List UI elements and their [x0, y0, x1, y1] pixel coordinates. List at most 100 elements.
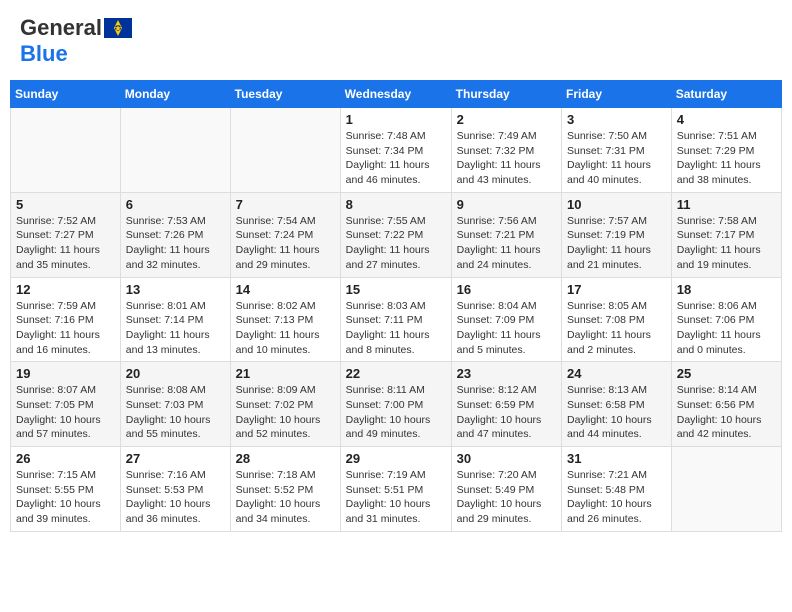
day-info: Sunrise: 7:21 AM Sunset: 5:48 PM Dayligh… — [567, 468, 666, 527]
calendar-week-row: 19 Sunrise: 8:07 AM Sunset: 7:05 PM Dayli… — [11, 362, 782, 447]
day-number: 24 — [567, 366, 666, 381]
calendar-cell: 27 Sunrise: 7:16 AM Sunset: 5:53 PM Dayli… — [120, 447, 230, 532]
calendar-cell — [230, 108, 340, 193]
day-info: Sunrise: 8:05 AM Sunset: 7:08 PM Dayligh… — [567, 299, 666, 358]
day-info: Sunrise: 7:20 AM Sunset: 5:49 PM Dayligh… — [457, 468, 556, 527]
day-info: Sunrise: 8:12 AM Sunset: 6:59 PM Dayligh… — [457, 383, 556, 442]
day-number: 9 — [457, 197, 556, 212]
calendar-cell: 7 Sunrise: 7:54 AM Sunset: 7:24 PM Daylig… — [230, 192, 340, 277]
day-info: Sunrise: 8:09 AM Sunset: 7:02 PM Dayligh… — [236, 383, 335, 442]
calendar-cell: 23 Sunrise: 8:12 AM Sunset: 6:59 PM Dayli… — [451, 362, 561, 447]
day-number: 13 — [126, 282, 225, 297]
day-info: Sunrise: 7:50 AM Sunset: 7:31 PM Dayligh… — [567, 129, 666, 188]
day-number: 15 — [346, 282, 446, 297]
day-number: 29 — [346, 451, 446, 466]
day-info: Sunrise: 8:14 AM Sunset: 6:56 PM Dayligh… — [677, 383, 776, 442]
day-info: Sunrise: 7:16 AM Sunset: 5:53 PM Dayligh… — [126, 468, 225, 527]
day-number: 6 — [126, 197, 225, 212]
day-number: 7 — [236, 197, 335, 212]
day-info: Sunrise: 7:48 AM Sunset: 7:34 PM Dayligh… — [346, 129, 446, 188]
day-info: Sunrise: 7:56 AM Sunset: 7:21 PM Dayligh… — [457, 214, 556, 273]
day-info: Sunrise: 7:52 AM Sunset: 7:27 PM Dayligh… — [16, 214, 115, 273]
calendar-cell: 6 Sunrise: 7:53 AM Sunset: 7:26 PM Daylig… — [120, 192, 230, 277]
calendar-cell: 29 Sunrise: 7:19 AM Sunset: 5:51 PM Dayli… — [340, 447, 451, 532]
day-info: Sunrise: 7:15 AM Sunset: 5:55 PM Dayligh… — [16, 468, 115, 527]
logo-blue-text: Blue — [20, 41, 68, 67]
day-number: 26 — [16, 451, 115, 466]
day-info: Sunrise: 8:06 AM Sunset: 7:06 PM Dayligh… — [677, 299, 776, 358]
day-number: 30 — [457, 451, 556, 466]
day-number: 25 — [677, 366, 776, 381]
day-info: Sunrise: 8:13 AM Sunset: 6:58 PM Dayligh… — [567, 383, 666, 442]
day-info: Sunrise: 7:54 AM Sunset: 7:24 PM Dayligh… — [236, 214, 335, 273]
calendar-cell: 4 Sunrise: 7:51 AM Sunset: 7:29 PM Daylig… — [671, 108, 781, 193]
day-number: 3 — [567, 112, 666, 127]
calendar-cell: 17Sunrise: 8:05 AM Sunset: 7:08 PM Dayli… — [562, 277, 672, 362]
calendar-cell: 2Sunrise: 7:49 AM Sunset: 7:32 PM Daylig… — [451, 108, 561, 193]
day-info: Sunrise: 7:49 AM Sunset: 7:32 PM Dayligh… — [457, 129, 556, 188]
calendar-cell: 14 Sunrise: 8:02 AM Sunset: 7:13 PM Dayli… — [230, 277, 340, 362]
day-info: Sunrise: 8:03 AM Sunset: 7:11 PM Dayligh… — [346, 299, 446, 358]
calendar-cell: 18 Sunrise: 8:06 AM Sunset: 7:06 PM Dayli… — [671, 277, 781, 362]
calendar-cell: 20 Sunrise: 8:08 AM Sunset: 7:03 PM Dayli… — [120, 362, 230, 447]
calendar-week-row: 26 Sunrise: 7:15 AM Sunset: 5:55 PM Dayli… — [11, 447, 782, 532]
calendar-cell — [671, 447, 781, 532]
weekday-header: Friday — [562, 81, 672, 108]
calendar-cell: 26 Sunrise: 7:15 AM Sunset: 5:55 PM Dayli… — [11, 447, 121, 532]
day-info: Sunrise: 7:57 AM Sunset: 7:19 PM Dayligh… — [567, 214, 666, 273]
calendar-cell: 9 Sunrise: 7:56 AM Sunset: 7:21 PM Daylig… — [451, 192, 561, 277]
day-info: Sunrise: 8:02 AM Sunset: 7:13 PM Dayligh… — [236, 299, 335, 358]
day-number: 27 — [126, 451, 225, 466]
calendar-cell: 15 Sunrise: 8:03 AM Sunset: 7:11 PM Dayli… — [340, 277, 451, 362]
calendar-cell: 11 Sunrise: 7:58 AM Sunset: 7:17 PM Dayli… — [671, 192, 781, 277]
day-info: Sunrise: 7:51 AM Sunset: 7:29 PM Dayligh… — [677, 129, 776, 188]
calendar-cell: 13Sunrise: 8:01 AM Sunset: 7:14 PM Dayli… — [120, 277, 230, 362]
day-number: 19 — [16, 366, 115, 381]
calendar-header-row: SundayMondayTuesdayWednesdayThursdayFrid… — [11, 81, 782, 108]
logo-flag-icon — [104, 18, 132, 38]
logo-general-text: General — [20, 15, 102, 41]
day-number: 21 — [236, 366, 335, 381]
day-info: Sunrise: 8:11 AM Sunset: 7:00 PM Dayligh… — [346, 383, 446, 442]
day-number: 4 — [677, 112, 776, 127]
weekday-header: Monday — [120, 81, 230, 108]
calendar-cell: 1Sunrise: 7:48 AM Sunset: 7:34 PM Daylig… — [340, 108, 451, 193]
day-number: 5 — [16, 197, 115, 212]
day-number: 18 — [677, 282, 776, 297]
day-info: Sunrise: 7:55 AM Sunset: 7:22 PM Dayligh… — [346, 214, 446, 273]
day-info: Sunrise: 7:59 AM Sunset: 7:16 PM Dayligh… — [16, 299, 115, 358]
day-number: 12 — [16, 282, 115, 297]
day-number: 14 — [236, 282, 335, 297]
calendar-week-row: 5 Sunrise: 7:52 AM Sunset: 7:27 PM Daylig… — [11, 192, 782, 277]
calendar-cell: 30 Sunrise: 7:20 AM Sunset: 5:49 PM Dayli… — [451, 447, 561, 532]
weekday-header: Thursday — [451, 81, 561, 108]
calendar-week-row: 12 Sunrise: 7:59 AM Sunset: 7:16 PM Dayli… — [11, 277, 782, 362]
calendar-cell: 10 Sunrise: 7:57 AM Sunset: 7:19 PM Dayli… — [562, 192, 672, 277]
day-info: Sunrise: 7:53 AM Sunset: 7:26 PM Dayligh… — [126, 214, 225, 273]
calendar-cell: 3 Sunrise: 7:50 AM Sunset: 7:31 PM Daylig… — [562, 108, 672, 193]
calendar-cell: 25 Sunrise: 8:14 AM Sunset: 6:56 PM Dayli… — [671, 362, 781, 447]
day-info: Sunrise: 8:07 AM Sunset: 7:05 PM Dayligh… — [16, 383, 115, 442]
day-number: 20 — [126, 366, 225, 381]
weekday-header: Wednesday — [340, 81, 451, 108]
calendar-cell: 16Sunrise: 8:04 AM Sunset: 7:09 PM Dayli… — [451, 277, 561, 362]
day-info: Sunrise: 7:58 AM Sunset: 7:17 PM Dayligh… — [677, 214, 776, 273]
day-number: 23 — [457, 366, 556, 381]
page-header: General Blue — [10, 10, 782, 72]
day-number: 31 — [567, 451, 666, 466]
day-number: 11 — [677, 197, 776, 212]
day-number: 16 — [457, 282, 556, 297]
calendar-cell: 8 Sunrise: 7:55 AM Sunset: 7:22 PM Daylig… — [340, 192, 451, 277]
calendar-cell — [120, 108, 230, 193]
day-info: Sunrise: 8:08 AM Sunset: 7:03 PM Dayligh… — [126, 383, 225, 442]
calendar-cell: 12 Sunrise: 7:59 AM Sunset: 7:16 PM Dayli… — [11, 277, 121, 362]
calendar-cell — [11, 108, 121, 193]
day-number: 10 — [567, 197, 666, 212]
calendar-table: SundayMondayTuesdayWednesdayThursdayFrid… — [10, 80, 782, 532]
day-number: 8 — [346, 197, 446, 212]
weekday-header: Saturday — [671, 81, 781, 108]
calendar-cell: 22Sunrise: 8:11 AM Sunset: 7:00 PM Dayli… — [340, 362, 451, 447]
calendar-cell: 19 Sunrise: 8:07 AM Sunset: 7:05 PM Dayli… — [11, 362, 121, 447]
day-info: Sunrise: 7:19 AM Sunset: 5:51 PM Dayligh… — [346, 468, 446, 527]
calendar-cell: 5 Sunrise: 7:52 AM Sunset: 7:27 PM Daylig… — [11, 192, 121, 277]
